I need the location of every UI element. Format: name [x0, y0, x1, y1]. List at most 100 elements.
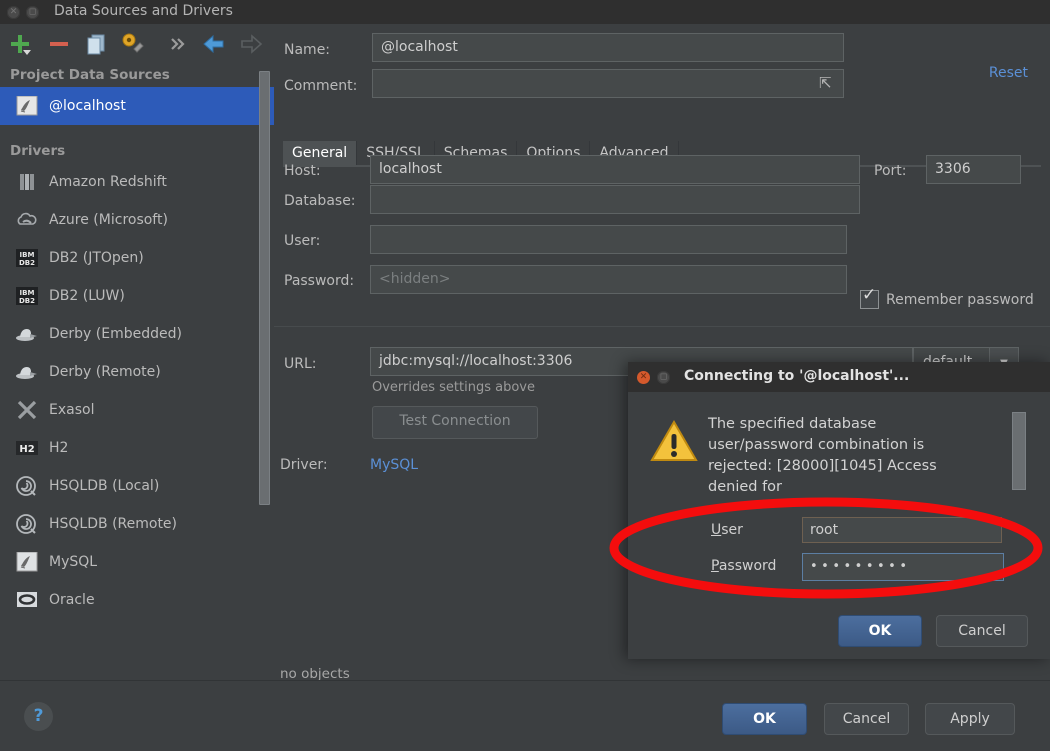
hsqldb-spiral-icon	[14, 513, 40, 535]
remember-password-label: Remember password	[886, 291, 1034, 308]
expand-diagonal-icon[interactable]: ⇱	[819, 74, 832, 92]
sidebar-item-driver[interactable]: MySQL	[0, 543, 274, 581]
host-label: Host:	[284, 163, 321, 179]
port-input[interactable]: 3306	[926, 155, 1021, 184]
help-icon[interactable]: ?	[24, 702, 53, 731]
test-connection-button[interactable]: Test Connection	[372, 406, 538, 439]
close-icon[interactable]: ✕	[637, 371, 650, 384]
close-icon[interactable]: ✕	[7, 6, 20, 19]
user-label: User:	[284, 233, 321, 249]
driver-value-link[interactable]: MySQL	[370, 457, 418, 473]
redshift-icon	[14, 171, 40, 193]
sidebar-toolbar	[0, 24, 274, 63]
sidebar-item-driver[interactable]: Derby (Remote)	[0, 353, 274, 391]
sidebar-item-label: H2	[49, 440, 69, 456]
minus-icon	[50, 42, 68, 46]
name-label: Name:	[284, 42, 331, 58]
sidebar-item-label: Azure (Microsoft)	[49, 212, 168, 228]
h2-icon: H2	[14, 437, 40, 459]
more-button[interactable]	[165, 32, 189, 56]
tab-general[interactable]: General	[283, 141, 358, 165]
dialog-message: The specified database user/password com…	[708, 416, 937, 495]
password-label: Password:	[284, 273, 355, 289]
svg-text:H2: H2	[19, 444, 34, 455]
dialog-ok-button[interactable]: OK	[838, 615, 922, 647]
drivers-list: Amazon Redshift Azure (Microsoft) IBM DB2 DB…	[0, 163, 274, 619]
window-titlebar: ✕ ◻ Data Sources and Drivers	[0, 0, 1050, 25]
arrow-right-icon	[241, 34, 263, 54]
svg-text:IBM: IBM	[20, 289, 35, 297]
sidebar-scrollbar[interactable]	[259, 71, 270, 505]
copy-button[interactable]	[84, 32, 108, 56]
derby-hat-icon	[14, 323, 40, 345]
add-button[interactable]	[8, 32, 32, 56]
url-label: URL:	[284, 356, 317, 372]
sidebar-item-driver[interactable]: IBM DB2 DB2 (JTOpen)	[0, 239, 274, 277]
sidebar-panel: Project Data Sources @localhost Drivers …	[0, 63, 275, 680]
sidebar-item-driver[interactable]: Oracle	[0, 581, 274, 619]
password-input[interactable]: <hidden>	[370, 265, 847, 294]
ok-button[interactable]: OK	[722, 703, 807, 735]
dialog-scrollbar[interactable]	[1012, 412, 1026, 490]
sidebar-item-driver[interactable]: Azure (Microsoft)	[0, 201, 274, 239]
sidebar-item-driver[interactable]: Derby (Embedded)	[0, 315, 274, 353]
sidebar-item-label: DB2 (JTOpen)	[49, 250, 144, 266]
wrench-icon	[122, 33, 144, 53]
dialog-password-label: Password	[711, 558, 777, 574]
minimize-icon[interactable]: ◻	[657, 371, 670, 384]
copy-icon	[87, 34, 105, 55]
sidebar-item-label: Derby (Embedded)	[49, 326, 182, 342]
dialog-bottom-bar: ? OK Cancel Apply	[0, 680, 1050, 751]
warning-triangle-icon	[650, 420, 698, 461]
overrides-note: Overrides settings above	[372, 380, 535, 395]
svg-text:DB2: DB2	[19, 297, 35, 305]
sidebar-item-label: HSQLDB (Local)	[49, 478, 160, 494]
sidebar-item-label: DB2 (LUW)	[49, 288, 125, 304]
sidebar-item-driver[interactable]: HSQLDB (Local)	[0, 467, 274, 505]
oracle-icon	[14, 589, 40, 611]
sidebar-item-driver[interactable]: Amazon Redshift	[0, 163, 274, 201]
driver-properties-button[interactable]	[121, 32, 145, 56]
host-input[interactable]: localhost	[370, 155, 860, 184]
ibm-db2-icon: IBM DB2	[14, 285, 40, 307]
back-button[interactable]	[202, 32, 226, 56]
exasol-x-icon	[14, 399, 40, 421]
apply-button[interactable]: Apply	[925, 703, 1015, 735]
sidebar-item-label: MySQL	[49, 554, 98, 570]
ibm-db2-icon: IBM DB2	[14, 247, 40, 269]
hsqldb-spiral-icon	[14, 475, 40, 497]
mysql-dolphin-icon	[14, 551, 40, 573]
remove-button[interactable]	[47, 32, 71, 56]
sidebar-item-driver[interactable]: IBM DB2 DB2 (LUW)	[0, 277, 274, 315]
cancel-button[interactable]: Cancel	[824, 703, 909, 735]
plus-icon	[11, 35, 31, 55]
sidebar-item-localhost[interactable]: @localhost	[0, 87, 274, 125]
name-input[interactable]: @localhost	[372, 33, 844, 62]
chevron-double-right-icon	[171, 38, 185, 50]
database-label: Database:	[284, 193, 356, 209]
sidebar-item-label: @localhost	[49, 98, 126, 114]
dialog-titlebar: ✕ ◻ Connecting to '@localhost'...	[628, 362, 1050, 392]
connecting-dialog: ✕ ◻ Connecting to '@localhost'... The sp…	[628, 362, 1050, 659]
dialog-user-input[interactable]: root	[802, 517, 1002, 543]
driver-label: Driver:	[280, 457, 328, 473]
dialog-user-label: User	[711, 522, 743, 538]
sidebar-item-driver[interactable]: Exasol	[0, 391, 274, 429]
sidebar-item-label: HSQLDB (Remote)	[49, 516, 178, 532]
sidebar-item-driver[interactable]: HSQLDB (Remote)	[0, 505, 274, 543]
comment-input[interactable]	[372, 69, 844, 98]
user-input[interactable]	[370, 225, 847, 254]
database-input[interactable]	[370, 185, 860, 214]
sidebar-item-driver[interactable]: H2 H2	[0, 429, 274, 467]
dialog-title: Connecting to '@localhost'...	[684, 368, 910, 384]
azure-cloud-icon	[14, 209, 40, 231]
derby-hat-icon	[14, 361, 40, 383]
reset-button[interactable]: Reset	[989, 65, 1028, 81]
dialog-cancel-button[interactable]: Cancel	[936, 615, 1028, 647]
checkbox-box: ✓	[860, 287, 879, 309]
minimize-icon[interactable]: ◻	[26, 6, 39, 19]
arrow-left-icon	[203, 34, 224, 54]
dialog-password-input[interactable]: •••••••••	[802, 553, 1004, 581]
remember-password-checkbox[interactable]: ✓ Remember password	[860, 287, 1034, 309]
forward-button	[239, 32, 263, 56]
